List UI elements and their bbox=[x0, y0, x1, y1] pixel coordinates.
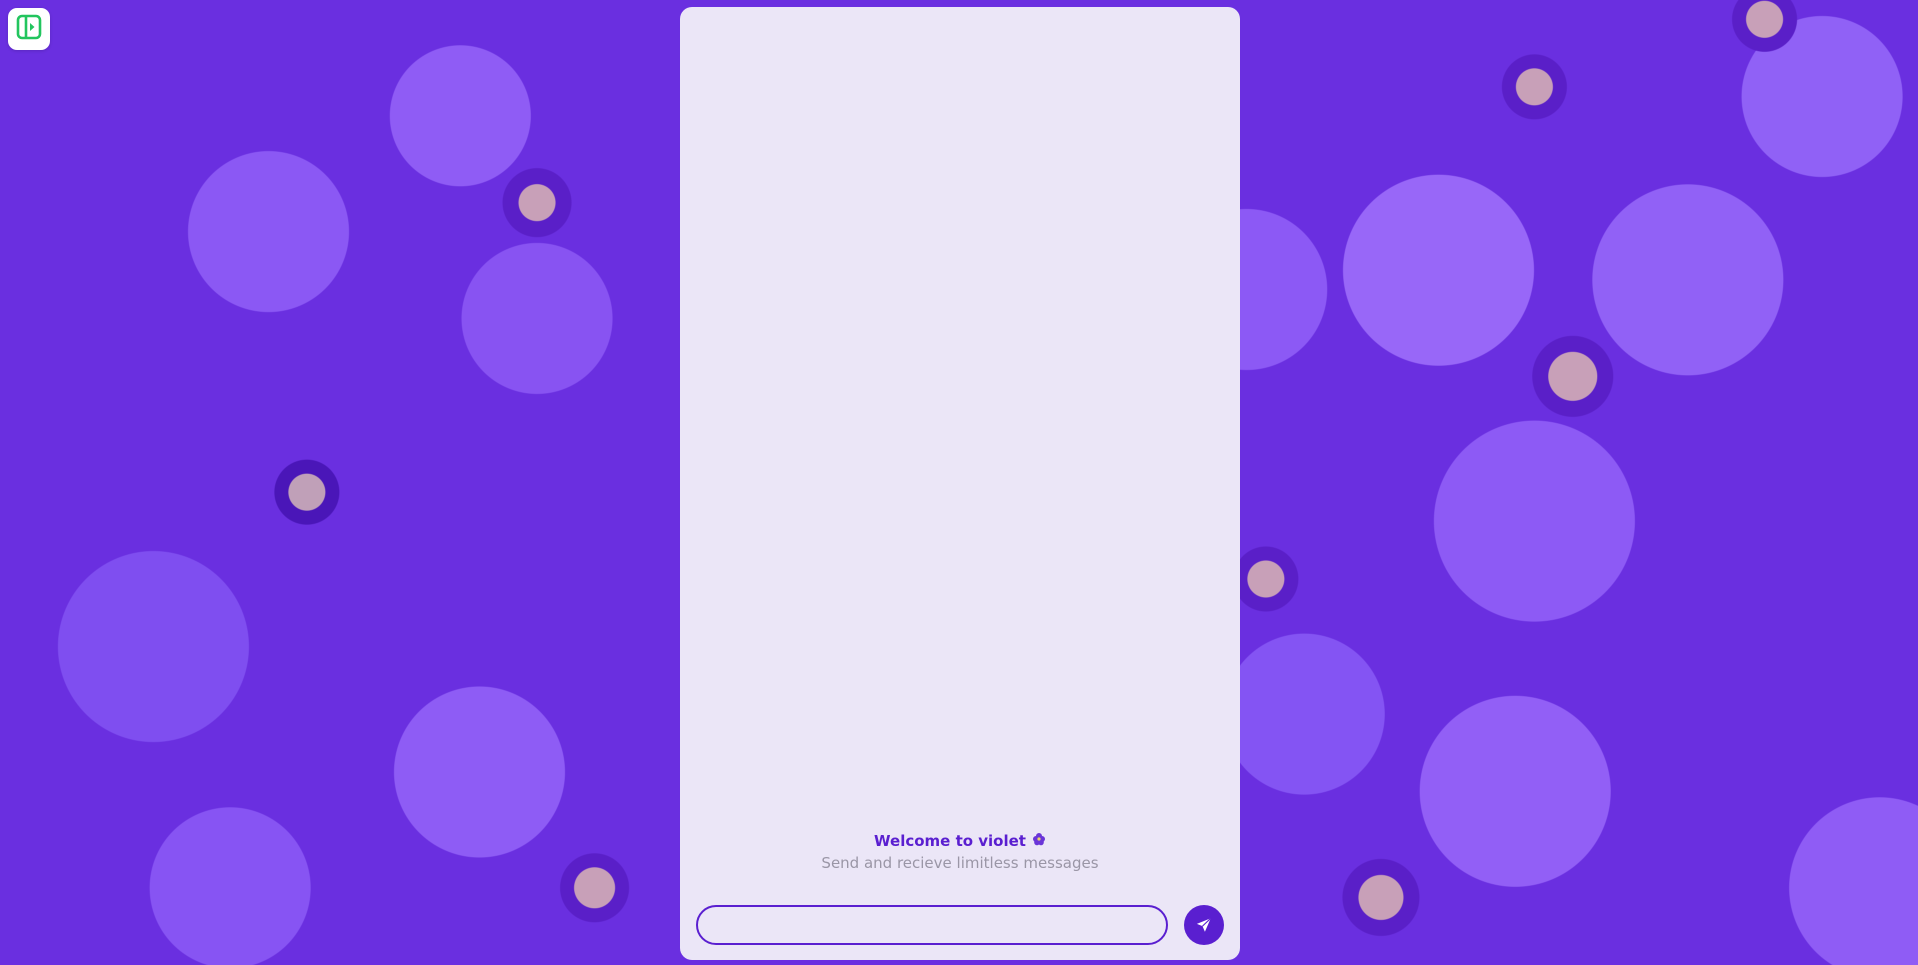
app-logo-button[interactable] bbox=[8, 8, 50, 50]
message-input[interactable] bbox=[696, 905, 1168, 945]
violet-flower-icon bbox=[1032, 830, 1046, 852]
welcome-message: Welcome to violet Send and recieve limit… bbox=[680, 830, 1240, 874]
message-composer bbox=[696, 905, 1224, 945]
send-icon bbox=[1195, 916, 1213, 934]
welcome-subtitle: Send and recieve limitless messages bbox=[821, 854, 1099, 872]
welcome-title: Welcome to violet bbox=[874, 832, 1026, 850]
send-button[interactable] bbox=[1184, 905, 1224, 945]
chat-panel: Welcome to violet Send and recieve limit… bbox=[680, 7, 1240, 960]
sidebar-toggle-icon bbox=[16, 14, 42, 44]
